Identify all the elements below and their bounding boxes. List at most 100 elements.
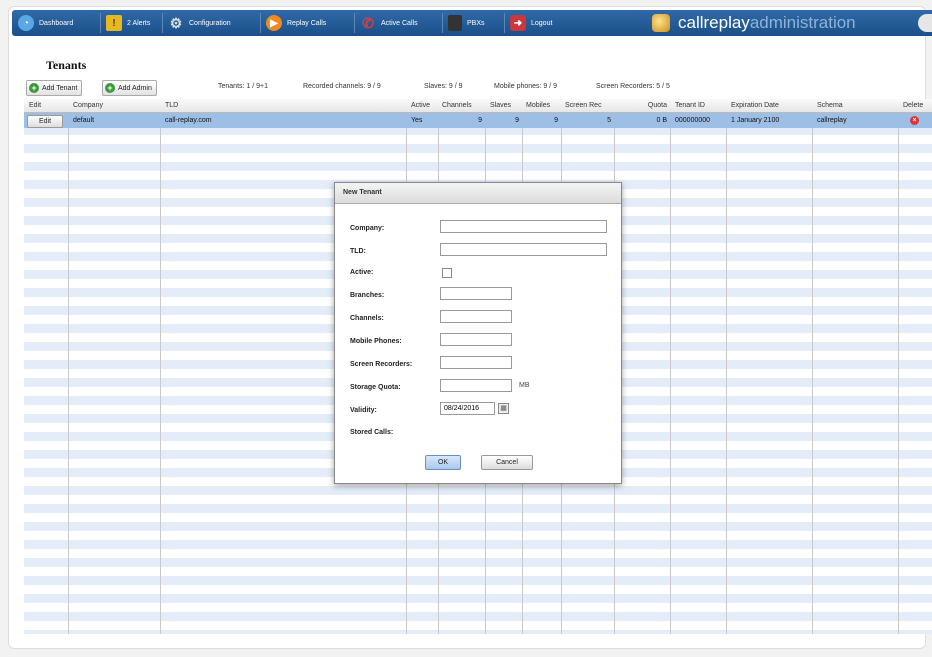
company-label: Company: bbox=[350, 225, 385, 232]
cell-slaves: 9 bbox=[515, 117, 519, 124]
nav-divider bbox=[442, 13, 443, 33]
cell-active: Yes bbox=[411, 117, 423, 124]
col-channels[interactable]: Channels bbox=[439, 99, 487, 112]
stat-screen-recorders: Screen Recorders: 5 / 5 bbox=[596, 83, 670, 90]
nav-replay-calls-label: Replay Calls bbox=[287, 19, 327, 27]
cell-screen-rec: 5 bbox=[607, 117, 611, 124]
add-tenant-button[interactable]: + Add Tenant bbox=[26, 80, 83, 96]
cell-tld: call-replay.com bbox=[165, 117, 212, 124]
validity-label: Validity: bbox=[350, 407, 377, 414]
column-divider bbox=[898, 99, 899, 634]
gear-icon: ⚙ bbox=[169, 14, 183, 31]
col-slaves[interactable]: Slaves bbox=[487, 99, 523, 112]
play-icon: ▶ bbox=[266, 15, 282, 31]
col-edit[interactable]: Edit bbox=[26, 99, 70, 112]
tld-label: TLD: bbox=[350, 248, 366, 255]
new-tenant-dialog: New Tenant Company: TLD: Active: Branche… bbox=[334, 182, 622, 484]
nav-alerts-label: 2 Alerts bbox=[127, 19, 151, 27]
mobile-phones-field[interactable] bbox=[440, 333, 512, 346]
nav-divider bbox=[260, 13, 261, 33]
validity-field[interactable] bbox=[440, 402, 495, 415]
nav-configuration-label: Configuration bbox=[189, 19, 231, 27]
cell-tenant-id: 000000000 bbox=[675, 117, 711, 124]
cell-expiration-date: 1 January 2100 bbox=[731, 117, 780, 124]
add-admin-button[interactable]: + Add Admin bbox=[102, 80, 157, 96]
col-quota[interactable]: Quota bbox=[616, 99, 670, 112]
screen-recorders-label: Screen Recorders: bbox=[350, 361, 413, 368]
col-active[interactable]: Active bbox=[408, 99, 440, 112]
channels-label: Channels: bbox=[350, 315, 384, 322]
col-screen-rec[interactable]: Screen Rec bbox=[562, 99, 615, 112]
dialog-title: New Tenant bbox=[335, 183, 621, 204]
storage-quota-label: Storage Quota: bbox=[350, 384, 401, 391]
alert-icon: ! bbox=[106, 15, 122, 31]
nav-active-calls-label: Active Calls bbox=[381, 19, 418, 27]
mobile-phones-label: Mobile Phones: bbox=[350, 338, 402, 345]
brand: callreplay administration bbox=[652, 10, 856, 36]
nav-divider bbox=[162, 13, 163, 33]
col-company[interactable]: Company bbox=[70, 99, 160, 112]
stored-calls-label: Stored Calls: bbox=[350, 429, 394, 436]
tld-field[interactable] bbox=[440, 243, 607, 256]
branches-label: Branches: bbox=[350, 292, 385, 299]
column-divider bbox=[812, 99, 813, 634]
stat-slaves: Slaves: 9 / 9 bbox=[424, 83, 463, 90]
nav-logout[interactable]: ➜ Logout bbox=[510, 10, 552, 36]
brand-sub: administration bbox=[749, 13, 856, 32]
dashboard-icon: ◔ bbox=[18, 15, 34, 31]
delete-icon[interactable]: × bbox=[910, 116, 919, 125]
nav-pbxs[interactable]: PBXs bbox=[448, 10, 485, 36]
col-expiration-date[interactable]: Expiration Date bbox=[728, 99, 814, 112]
screen-recorders-field[interactable] bbox=[440, 356, 512, 369]
pbx-icon bbox=[448, 15, 462, 31]
edit-row-button[interactable]: Edit bbox=[27, 115, 63, 128]
cell-company: default bbox=[73, 117, 95, 124]
table-row[interactable]: Edit default call-replay.com Yes 9 9 9 5… bbox=[24, 113, 932, 128]
column-divider bbox=[670, 99, 671, 634]
col-tld[interactable]: TLD bbox=[162, 99, 406, 112]
branches-field[interactable] bbox=[440, 287, 512, 300]
nav-dashboard-label: Dashboard bbox=[39, 19, 74, 27]
plus-icon: + bbox=[105, 83, 115, 93]
nav-divider bbox=[354, 13, 355, 33]
cell-mobiles: 9 bbox=[554, 117, 558, 124]
logout-icon: ➜ bbox=[510, 15, 526, 31]
nav-alerts[interactable]: ! 2 Alerts bbox=[106, 10, 150, 36]
nav-pbxs-label: PBXs bbox=[467, 19, 485, 27]
nav-replay-calls[interactable]: ▶ Replay Calls bbox=[266, 10, 326, 36]
stat-tenants: Tenants: 1 / 9+1 bbox=[218, 83, 269, 90]
nav-divider bbox=[100, 13, 101, 33]
phone-icon: ✆ bbox=[362, 14, 374, 31]
nav-divider bbox=[504, 13, 505, 33]
column-divider bbox=[68, 99, 69, 634]
table-header: Edit Company TLD Active Channels Slaves … bbox=[24, 99, 932, 113]
top-nav: ◔ Dashboard ! 2 Alerts ⚙ Configuration ▶… bbox=[12, 10, 932, 36]
nav-dashboard[interactable]: ◔ Dashboard bbox=[18, 10, 73, 36]
cell-schema: callreplay bbox=[817, 117, 847, 124]
add-admin-label: Add Admin bbox=[118, 84, 152, 92]
column-divider bbox=[726, 99, 727, 634]
cell-channels: 9 bbox=[478, 117, 482, 124]
active-checkbox[interactable] bbox=[442, 268, 452, 278]
active-label: Active: bbox=[350, 269, 374, 276]
cell-quota: 0 B bbox=[656, 117, 667, 124]
col-schema[interactable]: Schema bbox=[814, 99, 900, 112]
calendar-icon[interactable]: ▦ bbox=[498, 403, 509, 414]
brand-logo-icon bbox=[652, 14, 670, 32]
nav-logout-label: Logout bbox=[531, 19, 553, 27]
nav-configuration[interactable]: ⚙ Configuration bbox=[168, 10, 231, 36]
storage-quota-field[interactable] bbox=[440, 379, 512, 392]
col-delete[interactable]: Delete bbox=[900, 99, 932, 112]
company-field[interactable] bbox=[440, 220, 607, 233]
page-title: Tenants bbox=[46, 58, 87, 72]
col-tenant-id[interactable]: Tenant ID bbox=[672, 99, 728, 112]
col-mobiles[interactable]: Mobiles bbox=[523, 99, 563, 112]
nav-active-calls[interactable]: ✆ Active Calls bbox=[360, 10, 418, 36]
channels-field[interactable] bbox=[440, 310, 512, 323]
ok-button[interactable]: OK bbox=[425, 455, 461, 470]
column-divider bbox=[160, 99, 161, 634]
add-tenant-label: Add Tenant bbox=[42, 84, 78, 92]
cancel-button[interactable]: Cancel bbox=[481, 455, 533, 470]
storage-quota-unit: MB bbox=[519, 382, 530, 389]
stat-recorded-channels: Recorded channels: 9 / 9 bbox=[303, 83, 381, 90]
